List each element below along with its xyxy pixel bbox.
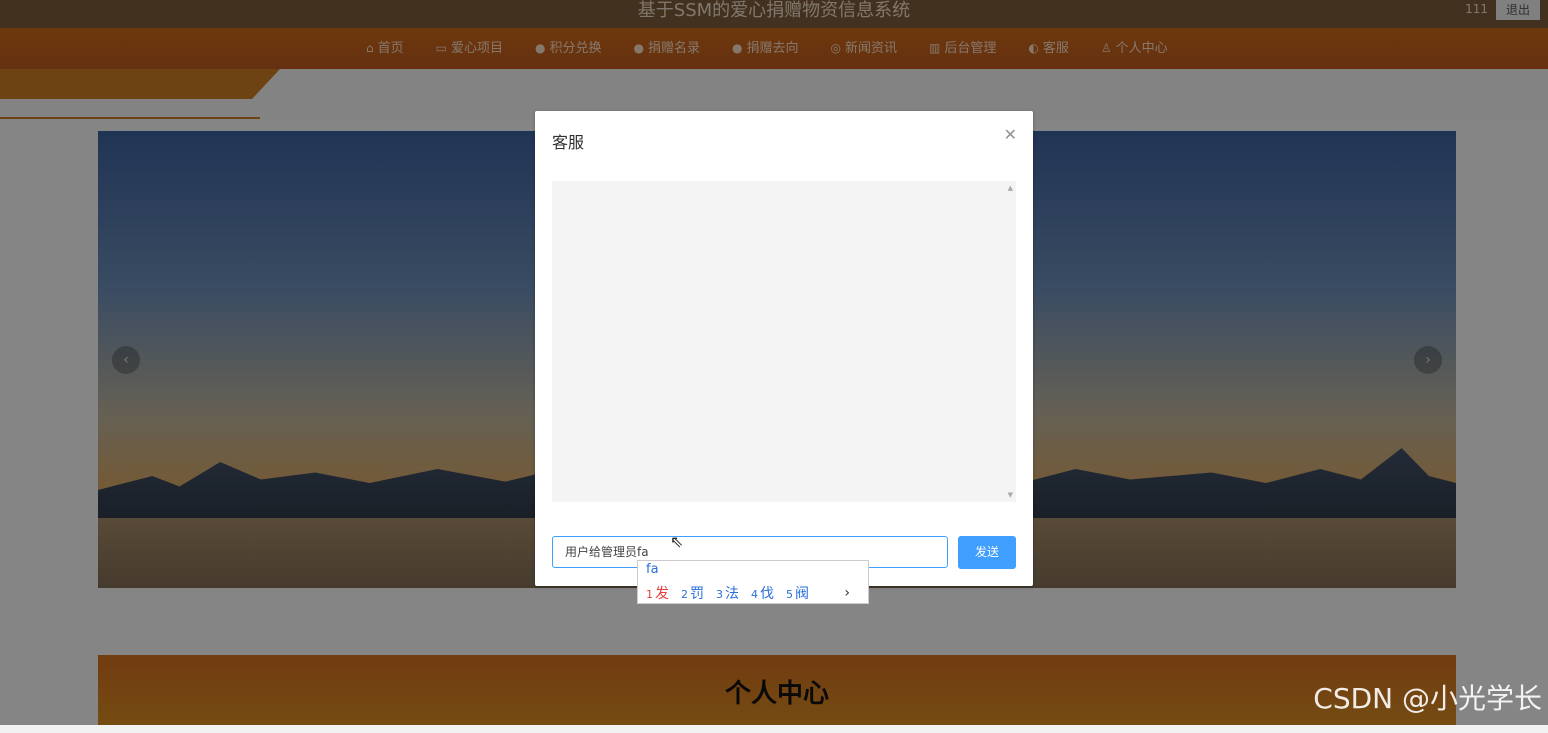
watermark: CSDN @小光学长 <box>1313 682 1542 715</box>
ime-candidate[interactable]: 1发 <box>646 583 669 603</box>
ime-candidate[interactable]: 3法 <box>716 583 739 603</box>
mouse-cursor-icon: ⇖ <box>670 532 684 551</box>
close-icon[interactable]: ✕ <box>1004 125 1017 144</box>
ime-next-page-icon[interactable]: › <box>844 585 850 601</box>
support-dialog: 客服 ✕ ▲ ▼ 用户给管理员fa 发送 <box>535 111 1033 586</box>
scroll-down-icon[interactable]: ▼ <box>1008 491 1013 499</box>
send-button[interactable]: 发送 <box>958 536 1016 569</box>
dialog-title: 客服 <box>552 133 585 152</box>
ime-candidate-window: fa 1发 2罚 3法 4伐 5阀 › <box>637 560 869 604</box>
chat-messages[interactable]: ▲ ▼ <box>552 181 1016 502</box>
ime-candidate[interactable]: 4伐 <box>751 583 774 603</box>
scroll-up-icon[interactable]: ▲ <box>1008 184 1013 192</box>
ime-composition: fa <box>646 562 659 577</box>
ime-candidate[interactable]: 2罚 <box>681 583 704 603</box>
ime-candidate[interactable]: 5阀 <box>786 583 809 603</box>
